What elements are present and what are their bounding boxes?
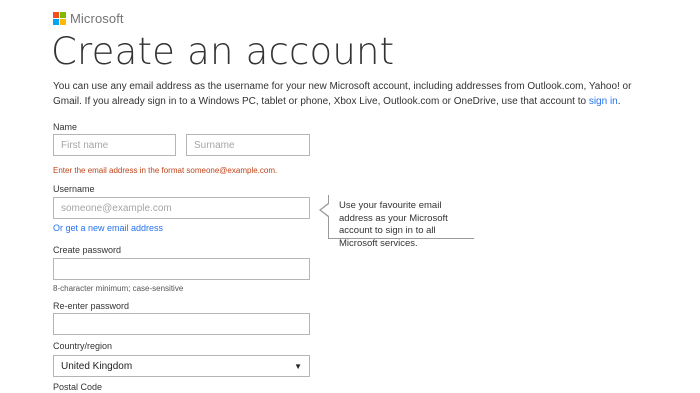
- password-hint: 8-character minimum; case-sensitive: [53, 284, 184, 293]
- page-title: Create an account: [51, 30, 395, 73]
- email-format-error: Enter the email address in the format so…: [53, 166, 278, 175]
- tooltip-arrow-fill: [321, 204, 329, 216]
- microsoft-logo: Microsoft: [53, 11, 124, 26]
- brand-name: Microsoft: [70, 11, 124, 26]
- reenter-password-label: Re-enter password: [53, 301, 130, 311]
- username-tooltip: Use your favourite email address as your…: [328, 195, 474, 249]
- postal-code-label: Postal Code: [53, 382, 103, 392]
- create-password-input[interactable]: [53, 258, 310, 280]
- name-label: Name: [53, 122, 78, 132]
- username-label: Username: [53, 184, 95, 194]
- intro-end: .: [617, 96, 621, 107]
- create-password-label: Create password: [53, 245, 122, 255]
- windows-logo-icon: [53, 12, 66, 25]
- first-name-input[interactable]: [53, 134, 176, 156]
- dropdown-arrow-icon: ▼: [294, 361, 302, 371]
- country-label: Country/region: [53, 341, 113, 351]
- intro-text: You can use any email address as the use…: [53, 79, 653, 109]
- intro-body: You can use any email address as the use…: [53, 81, 632, 107]
- sign-in-link[interactable]: sign in: [589, 96, 618, 107]
- get-new-email-link[interactable]: Or get a new email address: [53, 223, 163, 233]
- surname-input[interactable]: [186, 134, 310, 156]
- username-input[interactable]: [53, 197, 310, 219]
- country-value: United Kingdom: [61, 360, 133, 372]
- reenter-password-input[interactable]: [53, 313, 310, 335]
- country-select[interactable]: United Kingdom ▼: [53, 355, 310, 377]
